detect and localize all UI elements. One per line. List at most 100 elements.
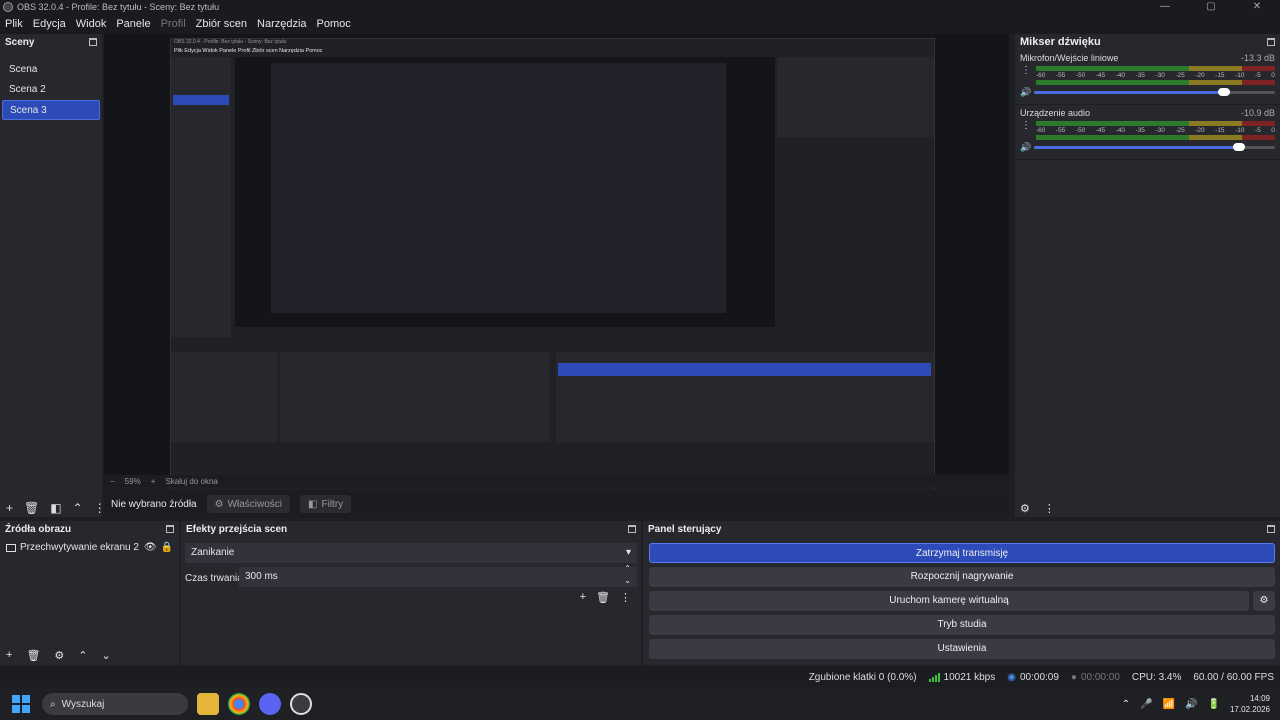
meter-tick: -50	[1075, 127, 1086, 134]
microphone-icon[interactable]: 🎤	[1140, 699, 1152, 710]
settings-button[interactable]: Ustawienia	[649, 639, 1275, 659]
undock-icon[interactable]	[628, 525, 636, 533]
menu-bar: Plik Edycja Widok Panele Profil Zbiór sc…	[0, 14, 1280, 34]
move-down-icon[interactable]: ⌄	[102, 649, 111, 662]
minimize-button[interactable]: —	[1142, 0, 1188, 14]
taskbar-search[interactable]: ⌕ Wyszukaj	[42, 693, 188, 715]
close-button[interactable]: ✕	[1234, 0, 1280, 14]
lock-icon[interactable]: 🔒	[161, 542, 173, 553]
channel-db: -10.9 dB	[1240, 108, 1275, 118]
meter-tick: -60	[1036, 72, 1046, 79]
meter-tick: -60	[1036, 127, 1046, 134]
transition-select[interactable]: Zanikanie ▾	[185, 543, 637, 563]
obs-icon[interactable]	[290, 693, 312, 715]
volume-icon[interactable]: 🔊	[1185, 699, 1197, 710]
filters-label: Filtry	[321, 498, 344, 510]
record-time: 00:00:00	[1080, 671, 1120, 683]
remove-transition-icon[interactable]: 🗑	[596, 591, 610, 604]
menu-narzedzia[interactable]: Narzędzia	[252, 18, 312, 30]
undock-icon[interactable]	[1267, 525, 1275, 533]
audio-mixer-dock: Mikser dźwięku Mikrofon/Wejście liniowe -…	[1015, 34, 1280, 517]
transition-selected: Zanikanie	[191, 547, 235, 558]
preview-area[interactable]: OBS 32.0.4 - Profile: Bez tytułu - Sceny…	[104, 34, 1009, 504]
no-source-label: Nie wybrano źródła	[111, 498, 197, 510]
meter-tick: -45	[1095, 127, 1106, 134]
clock[interactable]: 14:09 17.02.2026	[1230, 693, 1270, 715]
meter-tick: -40	[1115, 72, 1126, 79]
properties-label: Właściwości	[227, 498, 283, 510]
channel-menu-icon[interactable]: ⋮	[1020, 121, 1032, 131]
meter-tick: -15	[1215, 72, 1225, 79]
add-source-icon[interactable]: +	[6, 649, 12, 661]
channel-menu-icon[interactable]: ⋮	[1020, 66, 1032, 76]
chrome-icon[interactable]	[228, 693, 250, 715]
volume-slider[interactable]	[1034, 143, 1275, 151]
sources-header: Źródła obrazu	[0, 521, 179, 537]
studio-mode-button[interactable]: Tryb studia	[649, 615, 1275, 635]
speaker-icon[interactable]: 🔊	[1020, 87, 1031, 98]
source-toolbar: Nie wybrano źródła ⚙ Właściwości ◧ Filtry	[104, 490, 1009, 518]
file-explorer-icon[interactable]	[197, 693, 219, 715]
menu-profil[interactable]: Profil	[156, 18, 191, 30]
undock-icon[interactable]	[166, 525, 174, 533]
start-icon[interactable]	[12, 695, 30, 713]
meter-tick: -55	[1055, 127, 1066, 134]
filters-button[interactable]: ◧ Filtry	[300, 495, 352, 513]
menu-zbior-scen[interactable]: Zbiór scen	[191, 18, 252, 30]
menu-plik[interactable]: Plik	[0, 18, 28, 30]
stop-streaming-button[interactable]: Zatrzymaj transmisję	[649, 543, 1275, 563]
stepper-icon[interactable]: ⌃ ⌄	[624, 563, 631, 587]
eye-icon[interactable]: 👁	[144, 542, 157, 553]
meter-tick: -40	[1115, 127, 1126, 134]
menu-panele[interactable]: Panele	[111, 18, 155, 30]
meter-tick: -35	[1135, 72, 1145, 79]
zoom-mode-select[interactable]: Skaluj do okna	[165, 477, 217, 486]
meter-tick: -15	[1215, 127, 1225, 134]
maximize-button[interactable]: ▢	[1188, 0, 1234, 14]
transition-menu-icon[interactable]: ⋮	[620, 591, 631, 604]
advanced-audio-icon[interactable]: ⚙	[1020, 502, 1030, 515]
meter-tick: -35	[1135, 127, 1145, 134]
menu-pomoc[interactable]: Pomoc	[312, 18, 356, 30]
start-recording-button[interactable]: Rozpocznij nagrywanie	[649, 567, 1275, 587]
source-item[interactable]: Przechwytywanie ekranu 2 👁 🔒	[0, 537, 179, 558]
menu-edycja[interactable]: Edycja	[28, 18, 71, 30]
move-up-icon[interactable]: ⌃	[73, 501, 83, 515]
title-bar: OBS 32.0.4 - Profile: Bez tytułu - Sceny…	[0, 0, 1280, 14]
meter-tick: 0	[1271, 127, 1275, 134]
scene-filters-icon[interactable]: ◧	[50, 501, 61, 515]
scene-item-2[interactable]: Scena 2	[2, 80, 100, 100]
properties-button[interactable]: ⚙ Właściwości	[206, 495, 291, 513]
mixer-menu-icon[interactable]: ⋮	[1044, 502, 1055, 515]
virtual-camera-settings-icon[interactable]: ⚙	[1253, 591, 1275, 611]
speaker-icon[interactable]: 🔊	[1020, 142, 1031, 153]
discord-icon[interactable]	[259, 693, 281, 715]
meter-tick: -30	[1155, 72, 1165, 79]
start-virtual-camera-button[interactable]: Uruchom kamerę wirtualną	[649, 591, 1249, 611]
scene-item-1[interactable]: Scena	[2, 60, 100, 80]
menu-widok[interactable]: Widok	[71, 18, 112, 30]
undock-icon[interactable]	[1267, 38, 1275, 46]
nested-mixer	[777, 57, 934, 137]
zoom-in-icon[interactable]: +	[151, 477, 156, 486]
screen-capture-preview: OBS 32.0.4 - Profile: Bez tytułu - Sceny…	[170, 38, 935, 504]
remove-scene-icon[interactable]: 🗑	[24, 501, 39, 515]
wifi-icon[interactable]: 📶	[1163, 699, 1175, 710]
add-transition-icon[interactable]: +	[580, 591, 586, 604]
nested-menu: Plik Edycja Widok Panele Profil Zbiór sc…	[174, 48, 323, 54]
duration-value: 300 ms	[245, 571, 278, 582]
undock-icon[interactable]	[89, 38, 97, 46]
meter-tick: -20	[1195, 127, 1205, 134]
move-up-icon[interactable]: ⌃	[78, 649, 87, 662]
remove-source-icon[interactable]: 🗑	[26, 649, 40, 662]
battery-icon[interactable]: 🔋	[1208, 699, 1220, 710]
volume-slider[interactable]	[1034, 88, 1275, 96]
taskbar: ⌕ Wyszukaj ⌃ 🎤 📶 🔊 🔋 14:09 17.02.2026	[0, 688, 1280, 720]
dropped-frames: Zgubione klatki 0 (0.0%)	[808, 671, 917, 683]
chevron-up-icon[interactable]: ⌃	[1122, 699, 1130, 710]
zoom-out-icon[interactable]: −	[110, 477, 115, 486]
add-scene-icon[interactable]: +	[6, 501, 13, 515]
scene-item-3[interactable]: Scena 3	[2, 100, 100, 120]
duration-input[interactable]: 300 ms ⌃ ⌄	[239, 564, 637, 587]
source-settings-icon[interactable]: ⚙	[54, 649, 64, 662]
